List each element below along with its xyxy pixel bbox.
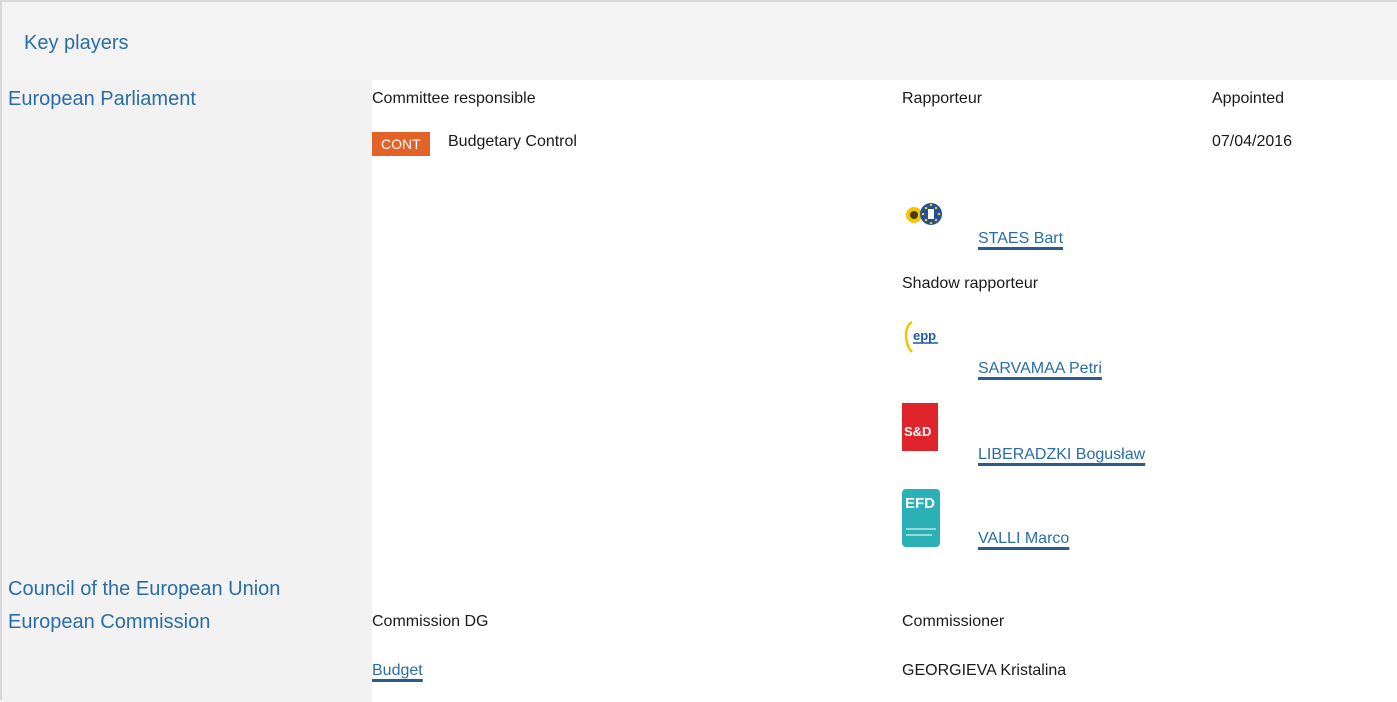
greens-efa-logo-icon (902, 196, 942, 234)
institution-european-commission: European Commission (8, 611, 211, 633)
appointed-label: Appointed (1212, 90, 1285, 107)
svg-text:S&D: S&D (904, 424, 931, 439)
section-header: Key players (2, 2, 1397, 81)
svg-text:EFD: EFD (905, 495, 935, 512)
commissioner-label: Commissioner (902, 613, 1005, 630)
key-players-panel: Key players European Parliament Council … (0, 0, 1397, 702)
committee-badge: CONT (372, 132, 430, 156)
shadow-rapporteur-label: Shadow rapporteur (902, 275, 1039, 292)
committee-name: Budgetary Control (448, 133, 577, 150)
s-and-d-logo-icon: S&D (902, 403, 938, 451)
institution-european-parliament: European Parliament (8, 88, 196, 110)
shadow-link-liberadzki-boguslaw[interactable]: LIBERADZKI Bogusław (978, 446, 1145, 464)
committee-responsible-label: Committee responsible (372, 90, 536, 107)
commissioner-name: GEORGIEVA Kristalina (902, 662, 1067, 679)
epp-logo-icon: epp (902, 318, 940, 356)
institutions-column: European Parliament Council of the Europ… (2, 80, 372, 702)
institution-council: Council of the European Union (8, 578, 281, 600)
appointed-date: 07/04/2016 (1212, 133, 1293, 150)
svg-text:epp: epp (913, 328, 936, 343)
commission-dg-link-budget[interactable]: Budget (372, 662, 423, 680)
details-content: Committee responsible Rapporteur Appoint… (372, 80, 1397, 702)
shadow-link-sarvamaa-petri[interactable]: SARVAMAA Petri (978, 360, 1102, 378)
commission-dg-label: Commission DG (372, 613, 489, 630)
rapporteur-link-staes-bart[interactable]: STAES Bart (978, 230, 1063, 248)
shadow-link-valli-marco[interactable]: VALLI Marco (978, 530, 1069, 548)
section-title: Key players (24, 32, 129, 54)
rapporteur-label: Rapporteur (902, 90, 983, 107)
efd-logo-icon: EFD (902, 489, 940, 547)
